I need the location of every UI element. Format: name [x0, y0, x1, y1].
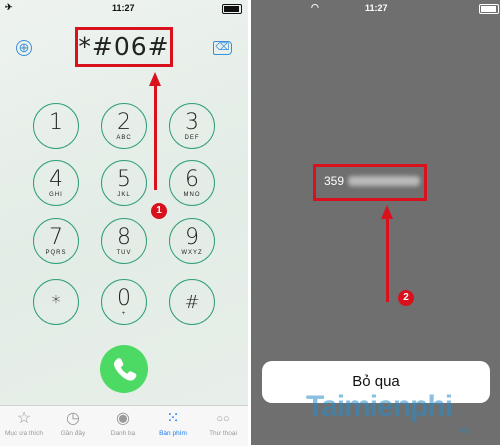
key-star[interactable]: *	[33, 279, 79, 325]
key-4[interactable]: 4 GHI	[33, 160, 79, 206]
left-status-bar: ✈ 11:27	[0, 0, 248, 16]
tab-keypad[interactable]: ⁙ Bàn phím	[149, 410, 197, 437]
battery-icon	[479, 4, 499, 14]
clock-icon: ◷	[66, 410, 80, 427]
annotation-arrow-1	[154, 82, 157, 190]
phone-icon	[114, 358, 137, 381]
wifi-icon: ◠	[311, 2, 319, 12]
keypad-icon: ⁙	[166, 410, 180, 427]
key-1[interactable]: 1	[33, 103, 79, 149]
add-contact-button[interactable]: ⊕	[16, 40, 32, 56]
tab-voicemail[interactable]: ○○ Thư thoại	[199, 410, 247, 437]
call-button[interactable]	[100, 345, 148, 393]
key-9[interactable]: 9 WXYZ	[169, 218, 215, 264]
watermark-logo: Taimienphi	[306, 390, 453, 423]
status-time: 11:27	[365, 3, 388, 13]
arrow-up-icon	[381, 205, 393, 219]
star-icon: ☆	[16, 410, 32, 427]
key-2[interactable]: 2 ABC	[101, 103, 147, 149]
status-time: 11:27	[112, 3, 135, 13]
imei-blurred-digits	[348, 176, 420, 186]
step-badge-2: 2	[398, 290, 414, 306]
delete-icon[interactable]: ⌫	[213, 41, 232, 55]
battery-icon	[222, 4, 242, 14]
key-8[interactable]: 8 TUV	[101, 218, 147, 264]
dialed-number: *#06#	[75, 27, 173, 67]
key-3[interactable]: 3 DEF	[169, 103, 215, 149]
airplane-icon: ✈	[5, 2, 13, 12]
key-hash[interactable]: #	[169, 279, 215, 325]
key-0[interactable]: 0 +	[101, 279, 147, 325]
tab-recents[interactable]: ◷ Gần đây	[49, 410, 97, 437]
right-status-bar: ◠ 11:27	[251, 0, 500, 16]
annotation-arrow-2	[386, 218, 389, 302]
tab-contacts[interactable]: ◉ Danh bạ	[99, 410, 147, 437]
voicemail-icon: ○○	[216, 413, 230, 425]
contacts-icon: ◉	[116, 410, 130, 427]
step-badge-1: 1	[151, 203, 167, 219]
watermark-domain: .vn	[456, 425, 470, 436]
imei-number: 359	[324, 174, 345, 188]
key-6[interactable]: 6 MNO	[169, 160, 215, 206]
tab-bar: ☆ Mục ưa thích ◷ Gần đây ◉ Danh bạ ⁙ Bàn…	[0, 405, 248, 446]
tab-favorites[interactable]: ☆ Mục ưa thích	[0, 410, 48, 437]
key-7[interactable]: 7 PQRS	[33, 218, 79, 264]
key-5[interactable]: 5 JKL	[101, 160, 147, 206]
